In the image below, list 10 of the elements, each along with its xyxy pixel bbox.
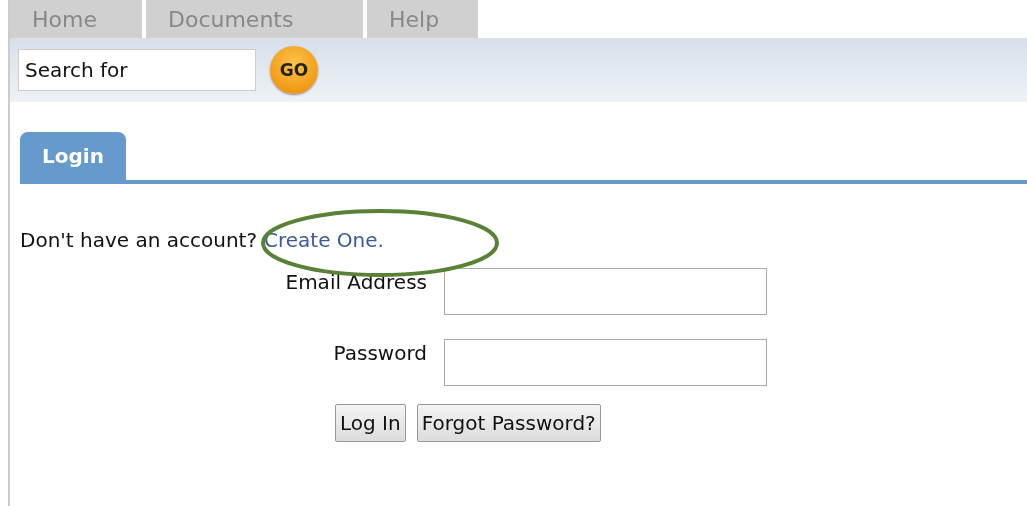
field-label: Password <box>332 340 427 365</box>
login-button[interactable]: Log In <box>335 404 406 442</box>
forgot-password-button[interactable]: Forgot Password? <box>416 404 601 442</box>
create-account-link[interactable]: Create One. <box>264 228 384 252</box>
search-field[interactable]: Search for <box>18 49 256 91</box>
input-field[interactable] <box>444 339 767 386</box>
signup-prompt: Don't have an account? <box>20 228 258 252</box>
field-label: Email Address <box>284 269 427 294</box>
input-field[interactable] <box>444 268 767 315</box>
go-button[interactable]: GO <box>270 46 318 94</box>
